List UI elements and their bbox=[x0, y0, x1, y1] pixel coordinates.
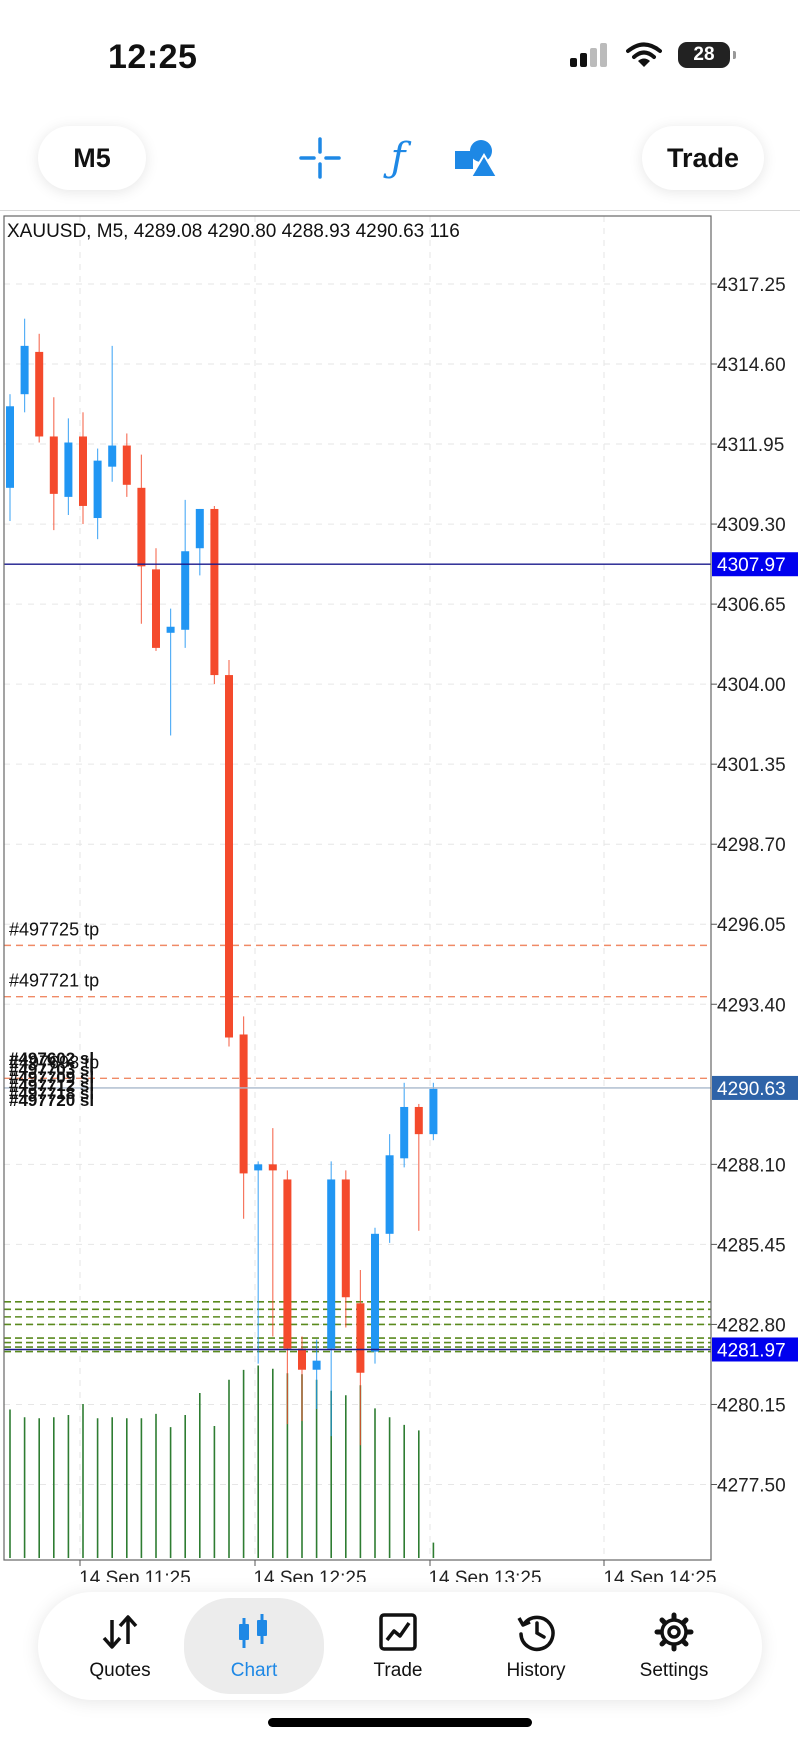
nav-label-settings: Settings bbox=[639, 1660, 709, 1681]
nav-label-quotes: Quotes bbox=[89, 1660, 151, 1681]
price-tick-label: 4304.00 bbox=[717, 675, 786, 696]
indicators-icon[interactable]: ƒ bbox=[370, 130, 426, 186]
candle-body[interactable] bbox=[166, 626, 175, 633]
candle-body[interactable] bbox=[327, 1179, 336, 1349]
candle-body[interactable] bbox=[35, 351, 44, 437]
stop-loss-label: #497720 sl bbox=[9, 1091, 94, 1110]
time-tick-label: 14 Sep 12:25 bbox=[253, 1568, 366, 1582]
crosshair-icon[interactable] bbox=[292, 130, 348, 186]
candle-body[interactable] bbox=[108, 445, 117, 467]
candle-body[interactable] bbox=[239, 1034, 248, 1174]
take-profit-label: #497721 tp bbox=[9, 971, 99, 991]
price-tag-label: 4307.97 bbox=[717, 555, 786, 576]
trade-button[interactable]: Trade bbox=[642, 126, 764, 190]
candlestick-chart[interactable]: 4317.25 4314.60 4311.95 4309.30 4306.65 4304.… bbox=[0, 212, 800, 1589]
candle-body[interactable] bbox=[195, 508, 204, 549]
candle-body[interactable] bbox=[225, 675, 233, 1038]
price-tick-label: 4296.05 bbox=[717, 915, 786, 936]
price-tick-label: 4282.80 bbox=[717, 1315, 786, 1336]
candle-body[interactable] bbox=[400, 1106, 409, 1159]
candle-body[interactable] bbox=[283, 1179, 292, 1349]
time-tick-label: 14 Sep 14:25 bbox=[603, 1568, 716, 1582]
chart-header: XAUUSD, M5, 4289.08 4290.80 4288.93 4290… bbox=[7, 221, 460, 242]
status-icons: 28 bbox=[570, 42, 736, 68]
price-tag-label: 4290.63 bbox=[717, 1079, 786, 1100]
time-tick-label: 14 Sep 13:25 bbox=[428, 1568, 541, 1582]
nav-trade[interactable]: Trade bbox=[328, 1592, 468, 1700]
price-tick-label: 4288.10 bbox=[717, 1155, 786, 1176]
price-tick-label: 4280.15 bbox=[717, 1395, 786, 1416]
price-tick-label: 4298.70 bbox=[717, 835, 786, 856]
gear-icon bbox=[652, 1610, 696, 1654]
candle-body[interactable] bbox=[152, 569, 160, 648]
candle-body[interactable] bbox=[268, 1164, 277, 1171]
candle-body[interactable] bbox=[6, 406, 14, 488]
take-profit-label: #497725 tp bbox=[9, 919, 99, 939]
price-tick-label: 4309.30 bbox=[717, 515, 786, 536]
objects-icon[interactable] bbox=[448, 130, 504, 186]
candle-body[interactable] bbox=[137, 487, 146, 567]
candle-body[interactable] bbox=[298, 1348, 306, 1370]
price-tick-label: 4277.50 bbox=[717, 1475, 786, 1496]
history-icon bbox=[514, 1610, 558, 1654]
candle-body[interactable] bbox=[341, 1179, 350, 1298]
price-tick-label: 4314.60 bbox=[717, 355, 786, 376]
nav-label-history: History bbox=[506, 1660, 566, 1681]
candle-body[interactable] bbox=[79, 436, 87, 506]
price-tag-label: 4281.97 bbox=[717, 1340, 786, 1361]
nav-label-chart: Chart bbox=[230, 1660, 278, 1681]
nav-chart[interactable]: Chart bbox=[184, 1598, 324, 1694]
nav-quotes[interactable]: Quotes bbox=[50, 1592, 190, 1700]
candle-body[interactable] bbox=[385, 1155, 394, 1234]
wifi-icon bbox=[626, 42, 662, 67]
home-indicator bbox=[268, 1718, 532, 1727]
price-tick-label: 4285.45 bbox=[717, 1235, 786, 1256]
candle-body[interactable] bbox=[312, 1360, 321, 1370]
candle-body[interactable] bbox=[49, 436, 58, 494]
price-chart[interactable]: 4317.25 4314.60 4311.95 4309.30 4306.65 4304.… bbox=[0, 212, 800, 1589]
candle-body[interactable] bbox=[122, 445, 131, 485]
trade-chart-icon bbox=[376, 1610, 420, 1654]
candle-body[interactable] bbox=[429, 1088, 438, 1135]
candle-body[interactable] bbox=[210, 508, 219, 676]
candle-body[interactable] bbox=[93, 460, 102, 519]
candle-body[interactable] bbox=[181, 551, 190, 630]
price-tick-label: 4311.95 bbox=[717, 435, 784, 456]
price-tick-label: 4306.65 bbox=[717, 595, 786, 616]
candle-body[interactable] bbox=[64, 442, 73, 497]
cellular-signal-icon bbox=[570, 43, 607, 67]
candle-body[interactable] bbox=[356, 1303, 365, 1373]
price-tick-label: 4293.40 bbox=[717, 995, 786, 1016]
chart-toolbar: M5 ƒ Trade bbox=[0, 110, 800, 211]
battery-icon: 28 bbox=[678, 42, 736, 68]
status-time: 12:25 bbox=[108, 38, 198, 76]
status-bar: 12:25 28 bbox=[0, 0, 800, 110]
candle-body[interactable] bbox=[371, 1233, 379, 1352]
quotes-icon bbox=[98, 1610, 142, 1654]
candle-body[interactable] bbox=[414, 1106, 423, 1135]
candles-icon bbox=[232, 1610, 276, 1654]
candle-body[interactable] bbox=[254, 1164, 263, 1171]
nav-history[interactable]: History bbox=[466, 1592, 606, 1700]
nav-settings[interactable]: Settings bbox=[604, 1592, 744, 1700]
candle-body[interactable] bbox=[20, 345, 29, 395]
nav-label-trade: Trade bbox=[373, 1660, 423, 1681]
timeframe-button[interactable]: M5 bbox=[38, 126, 146, 190]
price-tick-label: 4317.25 bbox=[717, 275, 786, 296]
bottom-navigation: Quotes Chart Trade History Settings bbox=[38, 1592, 762, 1700]
time-tick-label: 14 Sep 11:25 bbox=[79, 1568, 191, 1582]
price-tick-label: 4301.35 bbox=[717, 755, 786, 776]
